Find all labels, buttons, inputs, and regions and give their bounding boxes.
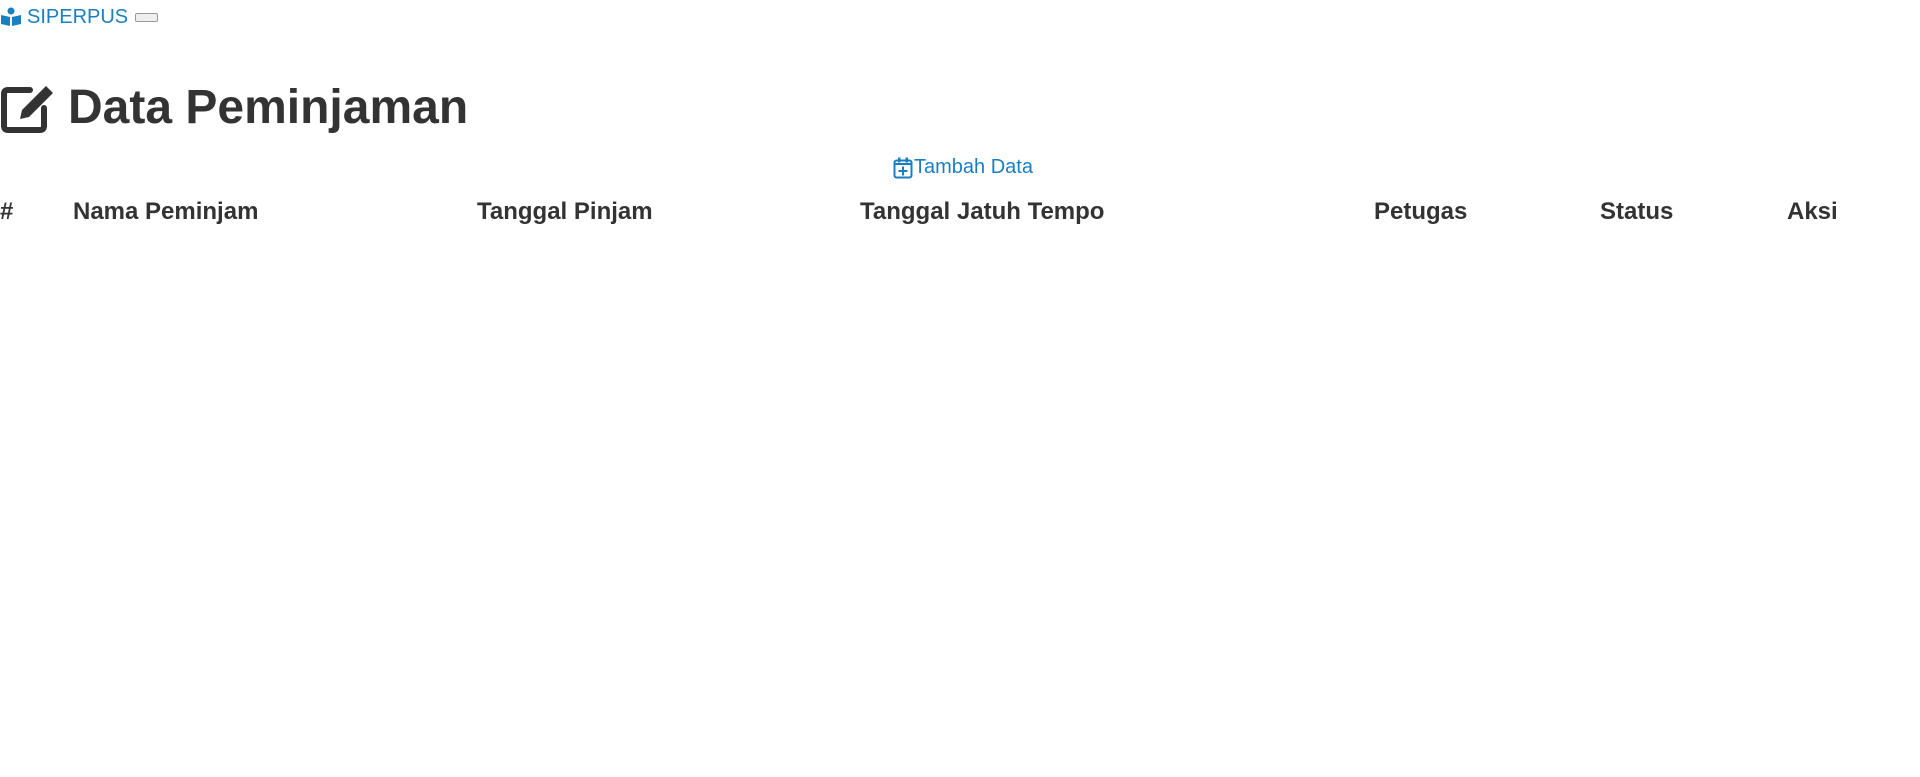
navbar: SIPERPUS — [0, 4, 159, 30]
add-data-button[interactable]: Tambah Data — [893, 156, 1033, 179]
navbar-toggler-button[interactable] — [135, 12, 159, 22]
column-header-action: Aksi — [1787, 198, 1838, 225]
column-header-due-date: Tanggal Jatuh Tempo — [860, 198, 1105, 225]
loans-table: # Nama Peminjam Tanggal Pinjam Tanggal J… — [0, 192, 1920, 232]
table-header-row: # Nama Peminjam Tanggal Pinjam Tanggal J… — [0, 192, 1920, 232]
page-title-text: Data Peminjaman — [68, 81, 469, 134]
column-header-status: Status — [1600, 198, 1674, 225]
column-header-officer: Petugas — [1374, 198, 1468, 225]
edit-icon — [0, 82, 56, 134]
column-header-loan-date: Tanggal Pinjam — [477, 198, 653, 225]
add-data-label: Tambah Data — [914, 156, 1033, 178]
brand-link[interactable]: SIPERPUS — [0, 6, 128, 29]
column-header-borrower-name: Nama Peminjam — [73, 198, 259, 225]
page-title: Data Peminjaman — [0, 80, 468, 136]
table-header: # Nama Peminjam Tanggal Pinjam Tanggal J… — [0, 192, 1920, 232]
brand-label: SIPERPUS — [27, 5, 129, 28]
calendar-plus-icon — [893, 157, 913, 179]
column-header-number: # — [0, 198, 14, 225]
book-reader-icon — [0, 7, 22, 27]
